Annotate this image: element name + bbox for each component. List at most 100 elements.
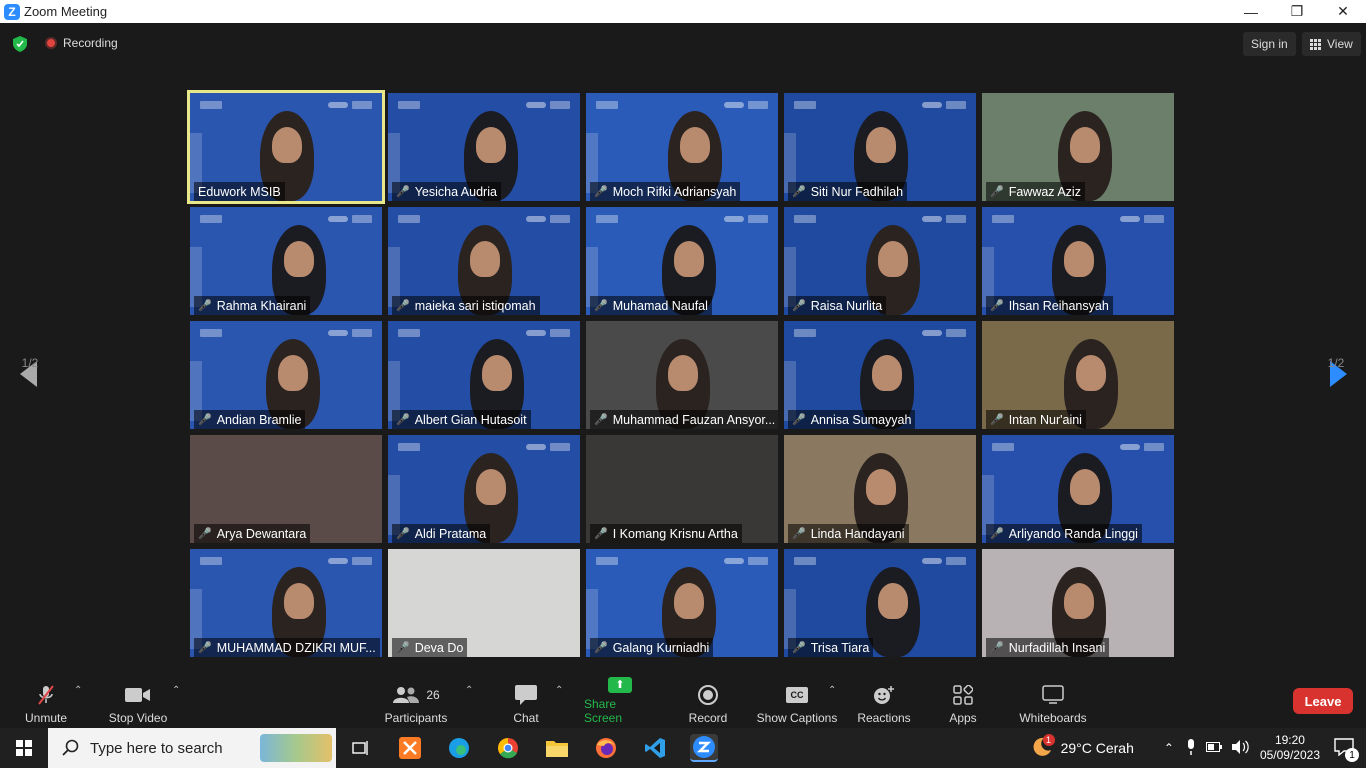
recording-indicator[interactable]: Recording	[45, 36, 118, 50]
participant-video-tile[interactable]: 🎤 Trisa Tiara	[784, 549, 976, 657]
participant-name-label: 🎤 Muhamad Naufal	[590, 296, 712, 315]
volume-icon[interactable]	[1231, 739, 1250, 757]
participant-video-tile[interactable]: 🎤 Fawwaz Aziz	[982, 93, 1174, 201]
audio-options-chevron-icon[interactable]: ⌃	[74, 685, 82, 696]
participant-name: Siti Nur Fadhilah	[810, 184, 904, 199]
vscode-icon[interactable]	[641, 734, 669, 762]
participant-video-tile[interactable]: 🎤 Annisa Sumayyah	[784, 321, 976, 429]
video-options-chevron-icon[interactable]: ⌃	[172, 685, 180, 696]
muted-microphone-icon: 🎤	[990, 186, 1004, 198]
share-screen-label: Share Screen	[584, 697, 623, 725]
participants-button[interactable]: 26 Participants	[383, 681, 449, 725]
participant-name: Aldi Pratama	[414, 526, 487, 541]
participant-video-tile[interactable]: 🎤 Nurfadillah Insani	[982, 549, 1174, 657]
firefox-browser-icon[interactable]	[592, 734, 620, 762]
reactions-button[interactable]: Reactions	[856, 681, 912, 725]
muted-microphone-icon: 🎤	[198, 414, 212, 426]
participant-video-tile[interactable]: 🎤 Aldi Pratama	[388, 435, 580, 543]
leave-button[interactable]: Leave	[1293, 688, 1353, 714]
participant-name: Rahma Khairani	[216, 298, 307, 313]
file-explorer-icon[interactable]	[543, 734, 571, 762]
participant-video-tile[interactable]: 🎤 Galang Kurniadhi	[586, 549, 778, 657]
share-screen-button[interactable]: ⬆ Share Screen	[584, 677, 656, 725]
participant-video-tile[interactable]: 🎤 Muhammad Fauzan Ansyor...	[586, 321, 778, 429]
participant-face	[866, 469, 896, 505]
whiteboards-button[interactable]: Whiteboards	[1018, 681, 1088, 725]
participant-video-tile[interactable]: 🎤 Moch Rifki Adriansyah	[586, 93, 778, 201]
participant-face	[284, 583, 314, 619]
participant-video-tile[interactable]: 🎤 Siti Nur Fadhilah	[784, 93, 976, 201]
participant-name: Moch Rifki Adriansyah	[612, 184, 737, 199]
page-indicator-right: 1/2	[1327, 356, 1345, 370]
chat-options-chevron-icon[interactable]: ⌃	[555, 685, 563, 696]
participant-video-tile[interactable]: 🎤 maieka sari istiqomah	[388, 207, 580, 315]
minimize-button[interactable]: —	[1228, 0, 1274, 23]
participant-name-label: 🎤 Siti Nur Fadhilah	[788, 182, 908, 201]
apps-button[interactable]: Apps	[946, 681, 980, 725]
participant-name: Intan Nur'aini	[1008, 412, 1082, 427]
weather-widget[interactable]: 1	[1029, 733, 1055, 761]
restore-button[interactable]: ❐	[1274, 0, 1320, 23]
participant-face	[278, 355, 308, 391]
xampp-icon[interactable]	[396, 734, 424, 762]
whiteboard-icon	[1042, 683, 1064, 707]
battery-icon[interactable]	[1205, 740, 1222, 756]
stop-video-label: Stop Video	[108, 711, 168, 725]
sign-in-button[interactable]: Sign in	[1243, 32, 1296, 56]
participant-name: Annisa Sumayyah	[810, 412, 912, 427]
show-hidden-icons-chevron-icon[interactable]: ⌃	[1164, 741, 1174, 755]
participant-face	[1064, 583, 1094, 619]
participant-video-tile[interactable]: 🎤 Muhamad Naufal	[586, 207, 778, 315]
participant-video-tile[interactable]: 🎤 Albert Gian Hutasoit	[388, 321, 580, 429]
stop-video-button[interactable]: Stop Video	[106, 681, 170, 725]
participant-name: Fawwaz Aziz	[1008, 184, 1081, 199]
muted-microphone-icon	[36, 683, 56, 707]
participant-name: Raisa Nurlita	[810, 298, 883, 313]
smiley-plus-icon	[873, 683, 895, 707]
participant-video-tile[interactable]: Eduwork MSIB	[187, 90, 385, 204]
participant-video-tile[interactable]: 🎤 Rahma Khairani	[190, 207, 382, 315]
closed-captions-icon: CC	[786, 683, 808, 707]
view-button[interactable]: View	[1302, 32, 1361, 56]
windows-start-icon[interactable]	[16, 740, 32, 756]
participant-video-tile[interactable]: 🎤 Deva Do	[388, 549, 580, 657]
participant-name-label: 🎤 maieka sari istiqomah	[392, 296, 540, 315]
participant-video-tile[interactable]: 🎤 Andian Bramlie	[190, 321, 382, 429]
notification-center-icon[interactable]: 1	[1334, 738, 1359, 762]
edge-browser-icon[interactable]	[445, 734, 473, 762]
participant-video-tile[interactable]: 🎤 Intan Nur'aini	[982, 321, 1174, 429]
zoom-app-icon[interactable]	[690, 734, 718, 762]
participant-name: Deva Do	[414, 640, 464, 655]
close-button[interactable]: ✕	[1320, 0, 1366, 23]
record-button[interactable]: Record	[688, 681, 728, 725]
unmute-button[interactable]: Unmute	[22, 681, 70, 725]
participant-video-tile[interactable]: 🎤 MUHAMMAD DZIKRI MUF...	[190, 549, 382, 657]
muted-microphone-icon: 🎤	[594, 414, 608, 426]
participant-name-label: 🎤 Aldi Pratama	[392, 524, 491, 543]
microphone-tray-icon[interactable]	[1186, 738, 1196, 758]
participants-options-chevron-icon[interactable]: ⌃	[465, 685, 473, 696]
participant-face	[482, 355, 512, 391]
meeting-toolbar: Unmute ⌃ Stop Video ⌃ 26 Participants ⌃ …	[0, 675, 1366, 728]
participant-video-tile[interactable]: 🎤 I Komang Krisnu Artha	[586, 435, 778, 543]
participant-video-tile[interactable]: 🎤 Raisa Nurlita	[784, 207, 976, 315]
windows-taskbar: Type here to search 1 29°C Cerah ⌃ 19:20…	[0, 728, 1366, 768]
participant-video-tile[interactable]: 🎤 Linda Handayani	[784, 435, 976, 543]
shield-icon[interactable]	[13, 36, 27, 52]
taskbar-search-box[interactable]: Type here to search	[48, 728, 336, 768]
task-view-icon[interactable]	[347, 734, 375, 762]
chrome-browser-icon[interactable]	[494, 734, 522, 762]
page-indicator-left: 1/2	[21, 356, 39, 370]
participant-video-tile[interactable]: 🎤 Ihsan Reihansyah	[982, 207, 1174, 315]
show-captions-button[interactable]: CC Show Captions	[756, 681, 838, 725]
participant-face	[866, 127, 896, 163]
search-icon	[62, 739, 79, 756]
search-highlight-image	[260, 734, 332, 762]
participant-video-tile[interactable]: 🎤 Arya Dewantara	[190, 435, 382, 543]
chat-button[interactable]: Chat	[508, 681, 544, 725]
participant-video-tile[interactable]: 🎤 Yesicha Audria	[388, 93, 580, 201]
taskbar-clock[interactable]: 19:20 05/09/2023	[1260, 733, 1320, 763]
participant-name: Eduwork MSIB	[198, 184, 281, 199]
participant-video-tile[interactable]: 🎤 Arliyando Randa Linggi	[982, 435, 1174, 543]
captions-options-chevron-icon[interactable]: ⌃	[828, 685, 836, 696]
